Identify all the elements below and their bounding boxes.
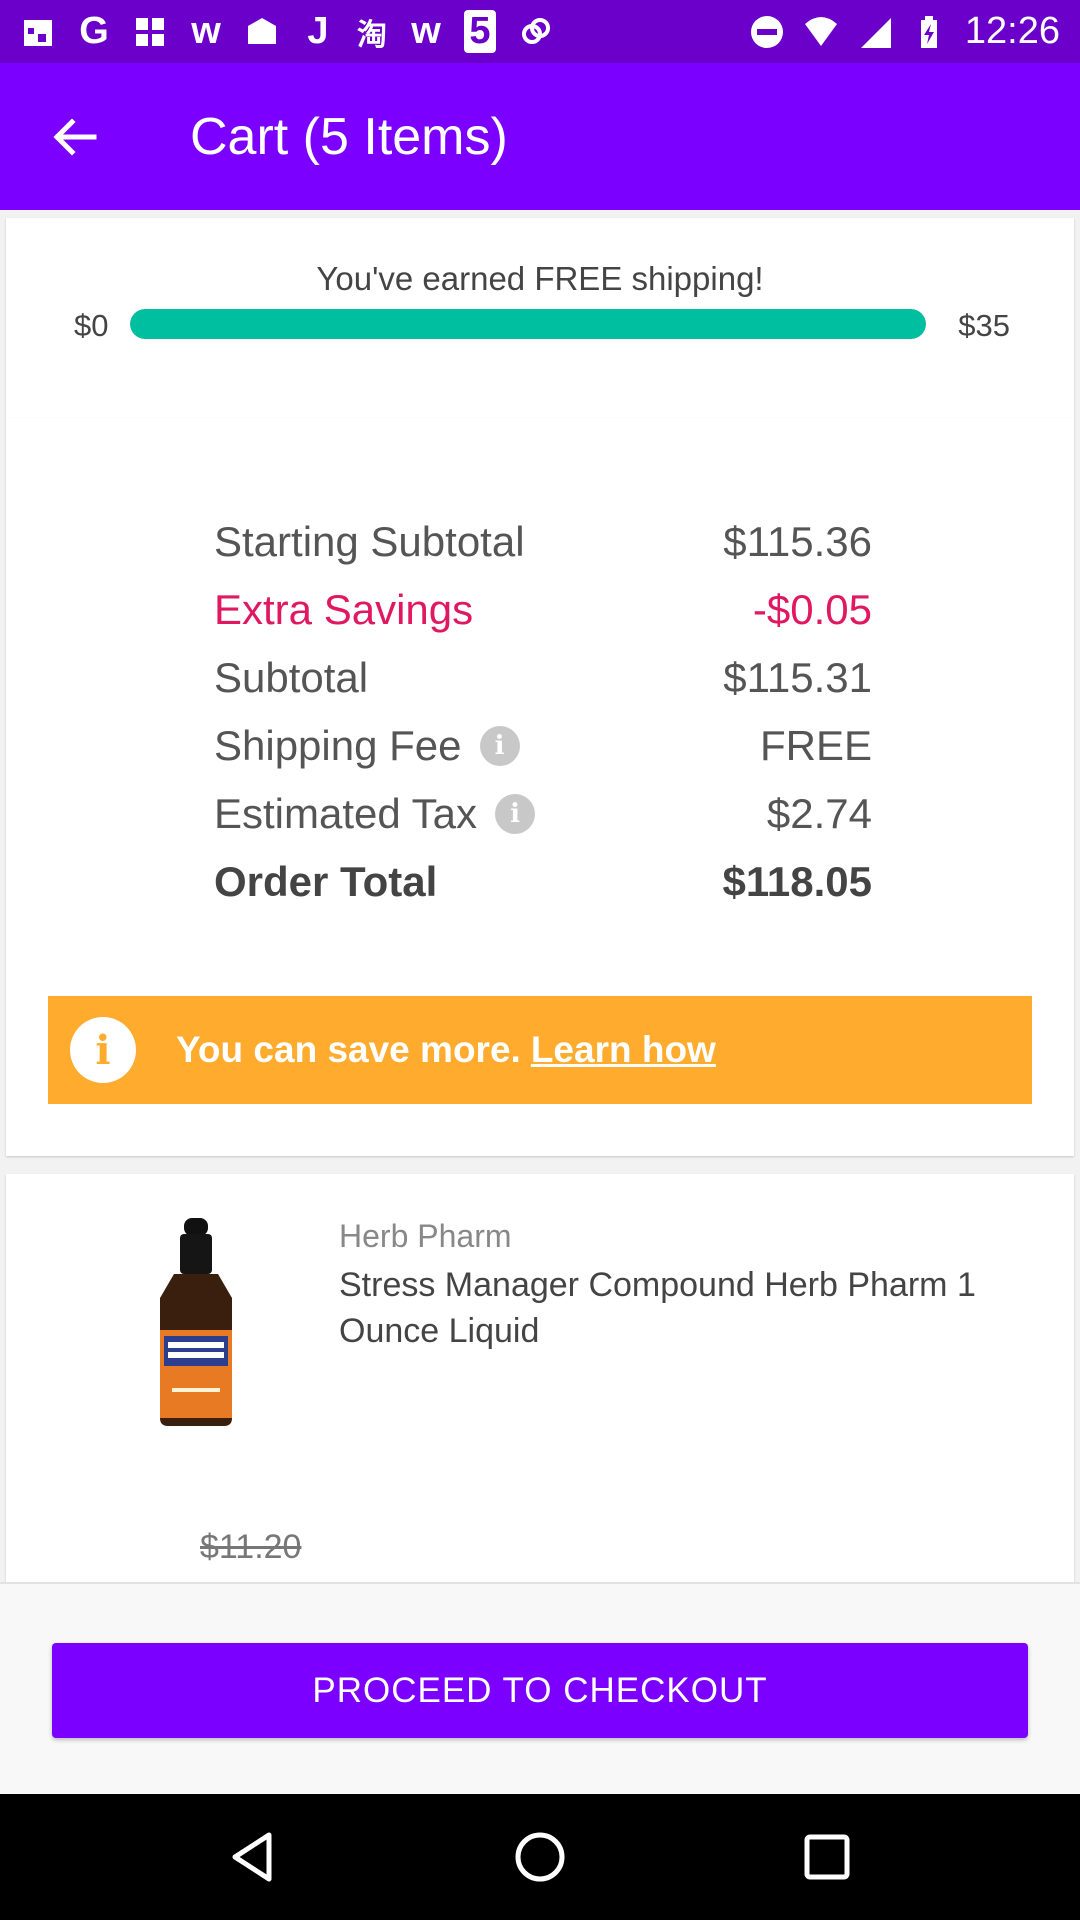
extra-savings-value: -$0.05 [752,586,872,633]
subtotal-label: Subtotal [214,654,369,701]
signal-icon [860,17,891,48]
shipping-progress-bar [130,309,926,339]
estimated-tax-info-icon[interactable]: i [495,794,536,834]
g-app-icon: G [79,10,109,52]
taobao-icon: 淘 [357,18,387,52]
shipping-fee-value: FREE [759,722,872,769]
status-time: 12:26 [964,10,1060,52]
page-title: Cart (5 Items) [190,107,508,166]
wifi-icon [804,16,837,46]
arrow-left-icon [53,117,97,156]
mail-icon [248,17,276,44]
order-total-value: $118.05 [722,858,872,905]
back-triangle-icon [232,1832,272,1882]
j-app-icon: J [307,10,329,52]
app-bar: Cart (5 Items) [0,63,1080,210]
shipping-min-label: $0 [74,308,109,343]
recents-square-icon [804,1834,850,1880]
shipping-fee-label: Shipping Fee [214,722,462,769]
back-button[interactable] [0,63,150,210]
shipping-message: You've earned FREE shipping! [316,260,764,297]
system-navigation-bar [0,1794,1080,1920]
info-icon: i [70,1017,136,1083]
five-app-icon: 5 [464,10,496,53]
extra-savings-label: Extra Savings [214,586,474,633]
product-name[interactable]: Stress Manager Compound Herb Pharm 1 Oun… [339,1262,1039,1354]
dnd-icon [750,15,783,48]
estimated-tax-row: Estimated Tax i $2.74 [214,790,872,838]
calendar-icon [24,19,52,46]
status-bar: G w J 淘 w 5 12:26 [0,0,1080,63]
learn-how-link[interactable]: Learn how [531,1029,716,1070]
estimated-tax-label: Estimated Tax [214,790,478,837]
starting-subtotal-row: Starting Subtotal $115.36 [214,518,872,566]
product-original-price: $11.20 [200,1528,302,1566]
save-more-banner: i You can save more. Learn how [48,996,1032,1104]
save-more-text: You can save more. [176,1029,521,1070]
w2-app-icon: w [411,10,441,52]
product-image[interactable] [146,1218,246,1428]
proceed-to-checkout-button[interactable]: PROCEED TO CHECKOUT [52,1643,1028,1738]
shipping-fee-info-icon[interactable]: i [479,726,520,766]
link-icon [522,17,550,44]
order-total-row: Order Total $118.05 [214,858,872,906]
checkout-footer: PROCEED TO CHECKOUT [0,1582,1080,1794]
nav-back-button[interactable] [208,1812,298,1902]
shipping-max-label: $35 [958,308,1010,343]
system-icons: 12:26 [749,10,1060,53]
order-total-label: Order Total [214,858,438,905]
shipping-progress-fill [130,309,926,339]
home-circle-icon [515,1832,565,1882]
subtotal-value: $115.31 [723,654,872,701]
product-brand: Herb Pharm [339,1218,512,1254]
battery-icon [920,15,937,48]
subtotal-row: Subtotal $115.31 [214,654,872,702]
starting-subtotal-value: $115.36 [723,518,872,565]
nav-recents-button[interactable] [782,1812,872,1902]
nav-home-button[interactable] [495,1812,585,1902]
grid-icon [136,17,164,46]
order-summary-card: Starting Subtotal $115.36 Extra Savings … [6,418,1074,1156]
shipping-fee-row: Shipping Fee i FREE [214,722,872,770]
starting-subtotal-label: Starting Subtotal [214,518,525,565]
estimated-tax-value: $2.74 [766,790,872,837]
notification-icons: G w J 淘 w 5 [20,10,554,54]
extra-savings-row: Extra Savings -$0.05 [214,586,872,634]
w-app-icon: w [191,10,221,52]
cart-item-card[interactable]: Herb Pharm Stress Manager Compound Herb … [6,1174,1074,1584]
